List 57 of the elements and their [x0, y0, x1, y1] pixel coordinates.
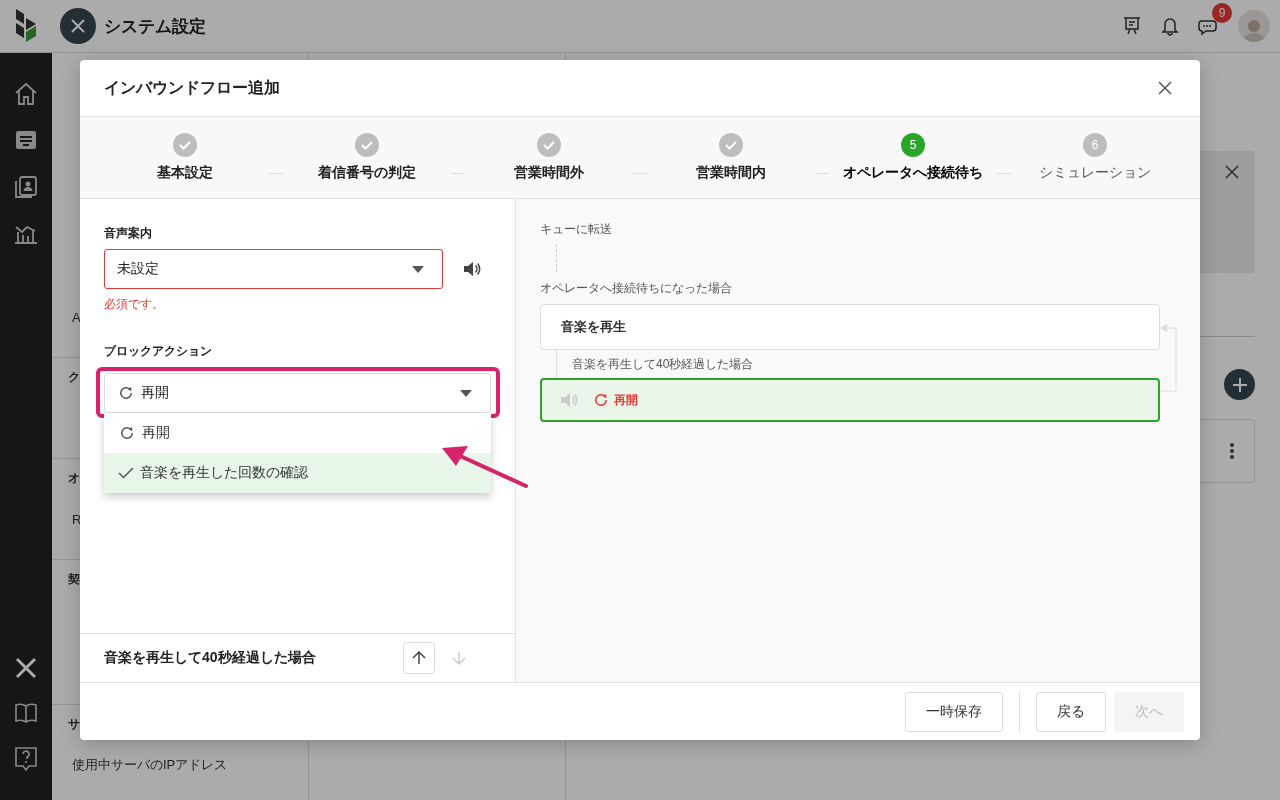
board-icon[interactable]: [1122, 16, 1142, 36]
loop-connector: [1160, 324, 1177, 394]
refresh-icon: [117, 384, 135, 402]
logo-icon: [14, 9, 38, 43]
block-action-select[interactable]: 再開: [104, 373, 491, 413]
dropdown-option[interactable]: 再開: [104, 413, 491, 453]
kebab-icon[interactable]: [1230, 443, 1234, 459]
step-tab[interactable]: 基本設定: [109, 133, 261, 182]
refresh-icon: [592, 391, 610, 409]
check-icon: [118, 467, 134, 479]
flow-label: オペレータへ接続待ちになった場合: [540, 280, 733, 297]
step-tab[interactable]: 6 シミュレーション: [1019, 133, 1171, 182]
add-button[interactable]: [1224, 369, 1255, 400]
dropdown-option[interactable]: 音楽を再生した回数の確認: [104, 453, 491, 493]
condition-label: 音楽を再生して40秒経過した場合: [104, 649, 316, 667]
caret-icon: [460, 389, 472, 397]
close-icon[interactable]: [1225, 165, 1239, 179]
arrow-up-icon: [412, 651, 426, 665]
error-message: 必須です。: [104, 296, 165, 313]
field-label: 音声案内: [104, 225, 153, 242]
notification-badge: 9: [1212, 3, 1232, 23]
page-title: システム設定: [104, 15, 206, 38]
footer-button[interactable]: 一時保存: [905, 691, 1003, 732]
footer-button[interactable]: 戻る: [1036, 691, 1106, 732]
menu-item[interactable]: 使用中サーバのIPアドレス: [52, 743, 308, 787]
field-label: ブロックアクション: [104, 343, 213, 360]
step-number: 6: [1083, 133, 1107, 157]
step-tab[interactable]: 営業時間外: [473, 133, 625, 182]
speaker-icon: [463, 261, 481, 277]
action-label: 再開: [614, 391, 638, 409]
step-label: 着信番号の判定: [318, 164, 416, 182]
home-icon[interactable]: [13, 81, 39, 107]
step-label: 営業時間外: [514, 164, 584, 182]
step-tab[interactable]: 営業時間内: [655, 133, 807, 182]
step-label: 基本設定: [157, 164, 213, 182]
step-label: 営業時間内: [696, 164, 766, 182]
step-tab[interactable]: 5 オペレータへ接続待ち: [837, 133, 989, 182]
flow-block[interactable]: 再開: [540, 378, 1160, 422]
book-icon[interactable]: [14, 702, 38, 724]
voice-guide-select[interactable]: 未設定: [104, 249, 443, 289]
help-icon[interactable]: [14, 746, 38, 772]
contact-icon[interactable]: [14, 175, 38, 199]
step-number: 5: [901, 133, 925, 157]
arrow-down-icon: [452, 651, 466, 665]
step-tab[interactable]: 着信番号の判定: [291, 133, 443, 182]
refresh-icon: [118, 424, 136, 442]
dialog-title: インバウンドフロー追加: [104, 77, 280, 98]
move-up-button[interactable]: [403, 642, 435, 674]
bell-icon[interactable]: [1160, 16, 1180, 36]
speaker-icon: [560, 392, 578, 408]
step-label: シミュレーション: [1039, 164, 1151, 182]
flow-block[interactable]: 音楽を再生: [540, 304, 1160, 350]
branch-label: 音楽を再生して40秒経過した場合: [572, 355, 754, 373]
plus-icon: [1232, 377, 1247, 392]
step-label: オペレータへ接続待ち: [843, 164, 983, 182]
flow-label: キューに転送: [540, 221, 613, 238]
caret-icon: [412, 265, 424, 273]
